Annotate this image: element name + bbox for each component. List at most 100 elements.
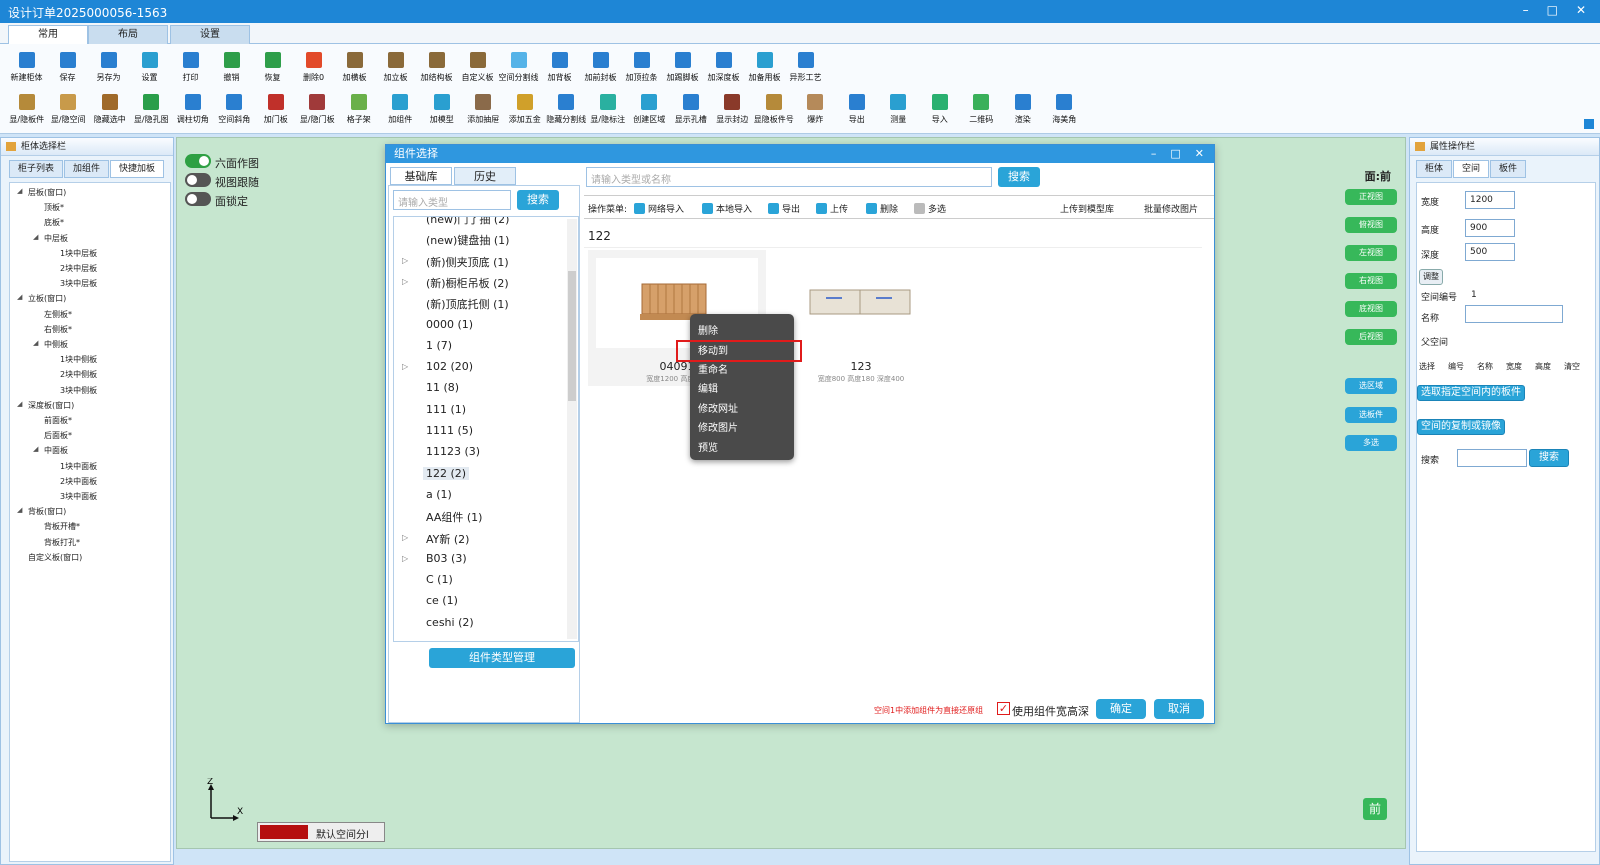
- minimize-button[interactable]: –: [1523, 3, 1529, 17]
- ribbon-options-icon[interactable]: [1584, 119, 1594, 129]
- ribbon2-button-21[interactable]: 测量: [878, 88, 920, 128]
- network-import-button[interactable]: 网络导入: [634, 202, 684, 215]
- tab-common[interactable]: 常用: [8, 25, 88, 44]
- category-item[interactable]: 11 (8): [426, 381, 459, 394]
- ok-button[interactable]: 确定: [1096, 699, 1146, 719]
- category-item[interactable]: 11123 (3): [426, 445, 480, 458]
- tab-cabinet[interactable]: 柜体: [1416, 160, 1453, 178]
- left-view-button[interactable]: 左视图: [1345, 245, 1397, 261]
- ribbon1-button-5[interactable]: 撤销: [211, 46, 252, 86]
- expand-arrow-icon[interactable]: ◢: [17, 187, 22, 195]
- name-input[interactable]: [1465, 305, 1563, 323]
- category-item[interactable]: 1111 (5): [426, 424, 473, 437]
- space-search-input[interactable]: [1457, 449, 1527, 467]
- category-expand-icon[interactable]: ▷: [402, 554, 408, 563]
- ribbon1-button-17[interactable]: 加深度板: [703, 46, 744, 86]
- tab-layout[interactable]: 布局: [88, 25, 168, 44]
- ribbon1-button-4[interactable]: 打印: [170, 46, 211, 86]
- space-search-button[interactable]: 搜索: [1529, 449, 1569, 467]
- adjust-button[interactable]: 调整: [1419, 269, 1443, 285]
- category-item[interactable]: AY新 (2): [426, 531, 469, 547]
- ribbon1-button-11[interactable]: 自定义板: [457, 46, 498, 86]
- upload-to-library-button[interactable]: 上传到模型库: [1060, 202, 1114, 215]
- ribbon2-button-9[interactable]: 加组件: [380, 88, 422, 128]
- tree-node[interactable]: 3块中侧板: [60, 385, 97, 396]
- ribbon1-button-10[interactable]: 加结构板: [416, 46, 457, 86]
- tab-base-library[interactable]: 基础库: [390, 167, 452, 185]
- copy-mirror-space-button[interactable]: 空间的复制或镜像: [1417, 419, 1505, 435]
- category-item[interactable]: (new)键盘抽 (1): [426, 232, 509, 248]
- ribbon2-button-11[interactable]: 添加抽屉: [463, 88, 505, 128]
- category-item[interactable]: (新)橱柜吊板 (2): [426, 275, 509, 291]
- ribbon2-button-7[interactable]: 显/隐门板: [297, 88, 339, 128]
- name-search-input[interactable]: 请输入类型或名称: [586, 167, 992, 187]
- tab-settings[interactable]: 设置: [170, 25, 250, 44]
- tree-node[interactable]: ◢ 中面板: [33, 445, 68, 456]
- tree-node[interactable]: 2块中层板: [60, 263, 97, 274]
- ctx-preview[interactable]: 预览: [698, 439, 718, 454]
- ribbon2-button-8[interactable]: 格子架: [338, 88, 380, 128]
- tree-node[interactable]: 顶板*: [44, 202, 64, 213]
- ribbon1-button-19[interactable]: 异形工艺: [785, 46, 826, 86]
- ribbon1-button-9[interactable]: 加立板: [375, 46, 416, 86]
- width-input[interactable]: 1200: [1465, 191, 1515, 209]
- ribbon1-button-2[interactable]: 另存为: [88, 46, 129, 86]
- tab-board[interactable]: 板件: [1490, 160, 1527, 178]
- ribbon2-button-13[interactable]: 隐藏分割线: [546, 88, 588, 128]
- delete-button[interactable]: 删除: [866, 202, 898, 215]
- ctx-edit[interactable]: 编辑: [698, 380, 718, 395]
- tab-quick-add-board[interactable]: 快捷加板: [110, 160, 165, 178]
- select-board-button[interactable]: 选板件: [1345, 407, 1397, 423]
- ctx-edit-image[interactable]: 修改图片: [698, 419, 738, 434]
- ribbon2-button-16[interactable]: 显示孔槽: [670, 88, 712, 128]
- ctx-edit-url[interactable]: 修改网址: [698, 400, 738, 415]
- tree-node[interactable]: ◢ 中侧板: [33, 339, 68, 350]
- ribbon2-button-14[interactable]: 显/隐标注: [587, 88, 629, 128]
- tree-node[interactable]: 2块中侧板: [60, 369, 97, 380]
- ribbon1-button-0[interactable]: 新建柜体: [6, 46, 47, 86]
- ribbon1-button-14[interactable]: 加前封板: [580, 46, 621, 86]
- tree-node[interactable]: 1块中面板: [60, 461, 97, 472]
- tree-node[interactable]: 背板开槽*: [44, 521, 80, 532]
- six-view-toggle[interactable]: [185, 154, 211, 168]
- batch-edit-image-button[interactable]: 批量修改图片: [1144, 202, 1198, 215]
- ctx-rename[interactable]: 重命名: [698, 361, 728, 376]
- select-space-boards-button[interactable]: 选取指定空间内的板件: [1417, 385, 1525, 401]
- ribbon1-button-13[interactable]: 加背板: [539, 46, 580, 86]
- dialog-close-button[interactable]: ✕: [1195, 145, 1204, 163]
- multi-select-button[interactable]: 多选: [1345, 435, 1397, 451]
- expand-arrow-icon[interactable]: ◢: [17, 400, 22, 408]
- ribbon1-button-7[interactable]: 删除0: [293, 46, 334, 86]
- category-item[interactable]: 102 (20): [426, 360, 473, 373]
- tab-space[interactable]: 空间: [1453, 160, 1490, 178]
- ribbon2-button-15[interactable]: 创建区域: [629, 88, 671, 128]
- ribbon2-button-3[interactable]: 显/隐孔图: [131, 88, 173, 128]
- type-search-button[interactable]: 搜索: [517, 190, 559, 210]
- dialog-minimize-button[interactable]: –: [1151, 145, 1157, 163]
- ribbon2-button-19[interactable]: 爆炸: [795, 88, 837, 128]
- expand-arrow-icon[interactable]: ◢: [33, 445, 38, 453]
- tree-node[interactable]: 1块中侧板: [60, 354, 97, 365]
- category-item[interactable]: a (1): [426, 488, 452, 501]
- close-button[interactable]: ✕: [1576, 3, 1586, 17]
- category-item[interactable]: ceshi (2): [426, 616, 474, 629]
- tree-node[interactable]: 左侧板*: [44, 309, 72, 320]
- tab-cabinet-list[interactable]: 柜子列表: [9, 160, 64, 178]
- ribbon2-button-6[interactable]: 加门板: [255, 88, 297, 128]
- ribbon2-button-25[interactable]: 海美角: [1044, 88, 1086, 128]
- expand-arrow-icon[interactable]: ◢: [17, 506, 22, 514]
- tree-node[interactable]: ◢ 立板(窗口): [17, 293, 66, 304]
- ribbon2-button-0[interactable]: 显/隐板件: [6, 88, 48, 128]
- front-view-button[interactable]: 正视图: [1345, 189, 1397, 205]
- tree-node[interactable]: 右侧板*: [44, 324, 72, 335]
- category-item[interactable]: B03 (3): [426, 552, 467, 565]
- tree-node[interactable]: ◢ 深度板(窗口): [17, 400, 74, 411]
- category-item[interactable]: 1 (7): [426, 339, 452, 352]
- local-import-button[interactable]: 本地导入: [702, 202, 752, 215]
- multi-select-op-button[interactable]: 多选: [914, 202, 946, 215]
- ribbon1-button-18[interactable]: 加备用板: [744, 46, 785, 86]
- expand-arrow-icon[interactable]: ◢: [33, 233, 38, 241]
- scroll-thumb[interactable]: [568, 271, 576, 401]
- ribbon2-button-5[interactable]: 空间斜角: [214, 88, 256, 128]
- ribbon2-button-4[interactable]: 调柱切角: [172, 88, 214, 128]
